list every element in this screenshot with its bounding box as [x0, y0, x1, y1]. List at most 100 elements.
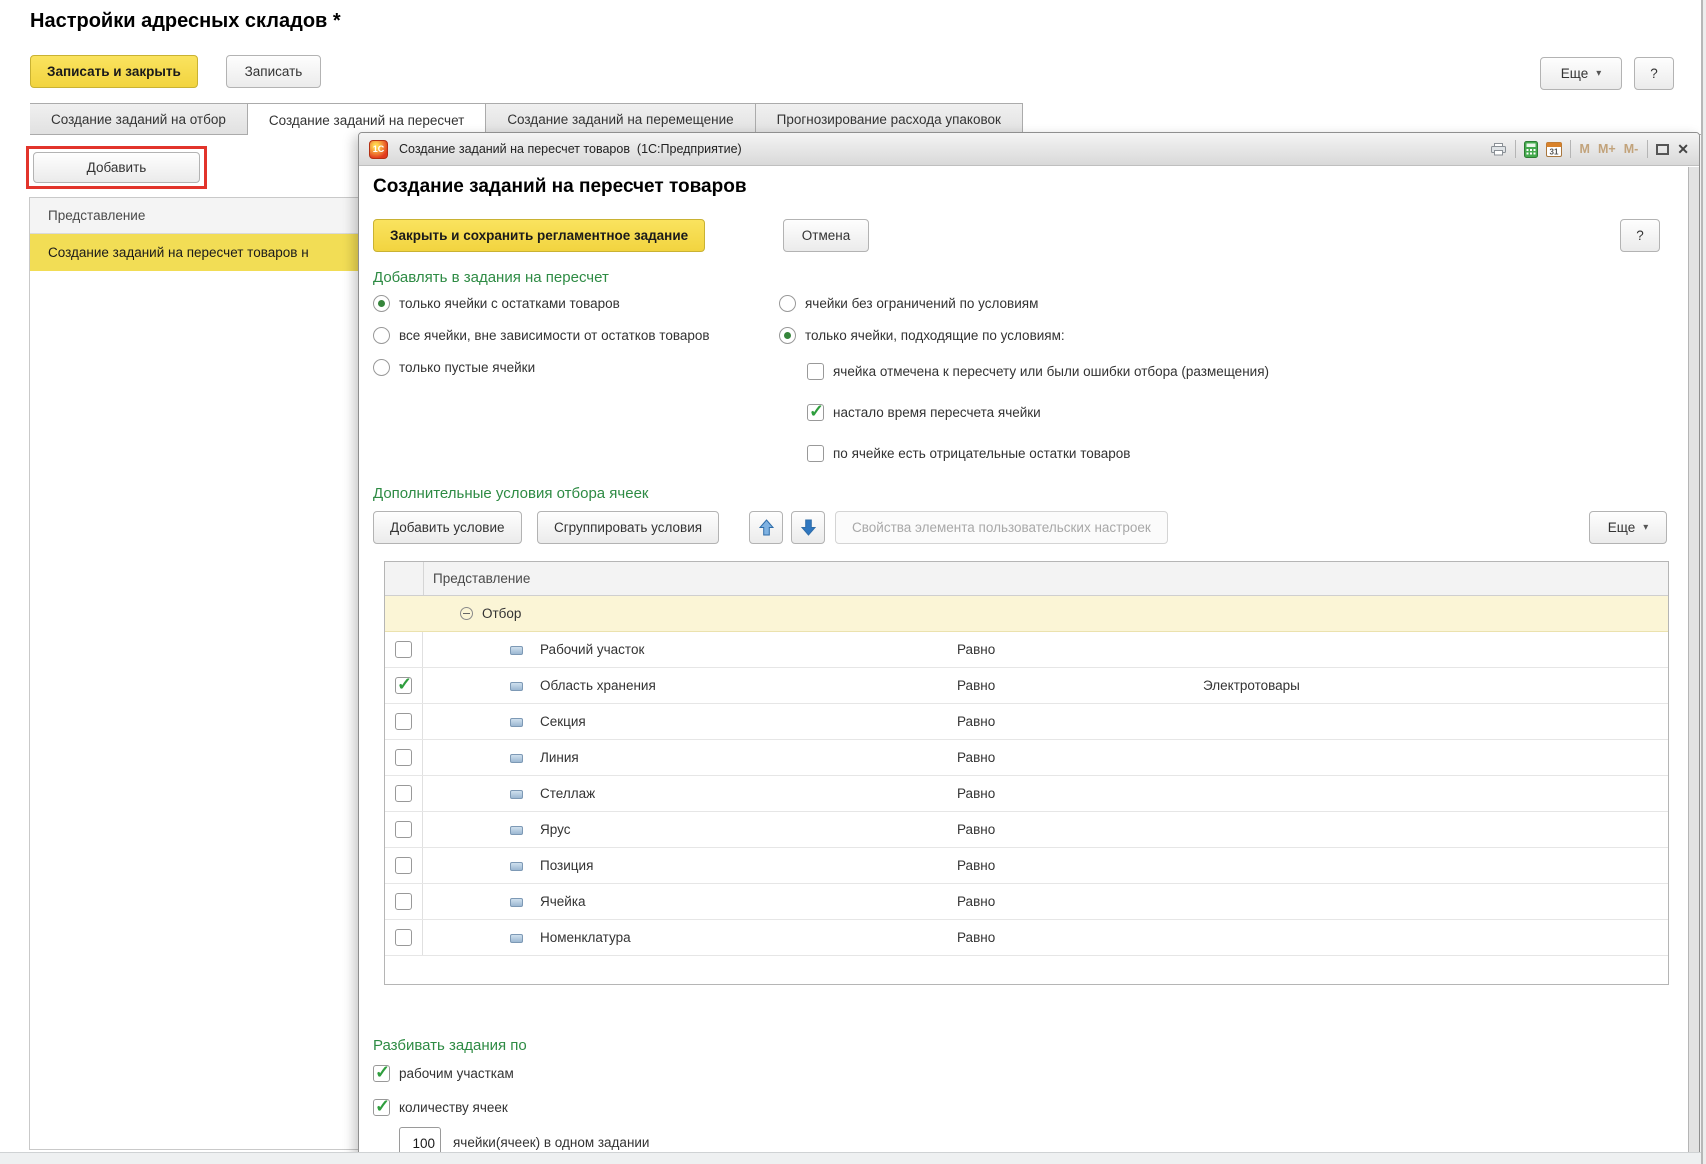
radio-control[interactable]	[779, 327, 796, 344]
radio-label: ячейки без ограничений по условиям	[805, 296, 1038, 311]
move-up-button[interactable]	[749, 511, 783, 544]
condition-checkbox-cell[interactable]	[385, 848, 423, 883]
radio-group-left: только ячейки с остатками товаров все яч…	[373, 291, 710, 379]
tab[interactable]: Создание заданий на отбор	[30, 103, 248, 135]
help-button[interactable]: ?	[1634, 57, 1674, 90]
checkbox-control[interactable]	[395, 821, 412, 838]
condition-row[interactable]: Ярус Равно	[385, 812, 1668, 848]
collapse-minus-icon[interactable]	[460, 607, 473, 620]
radio-group-right: ячейки без ограничений по условиям тольк…	[779, 291, 1065, 347]
radio-control[interactable]	[779, 295, 796, 312]
condition-row[interactable]: Линия Равно	[385, 740, 1668, 776]
dialog-scrollbar[interactable]	[1688, 167, 1699, 1163]
checkbox-option[interactable]: количеству ячеек	[373, 1095, 514, 1119]
save-and-close-button[interactable]: Записать и закрыть	[30, 55, 198, 88]
checkbox-option[interactable]: настало время пересчета ячейки	[807, 400, 1269, 424]
condition-name: Стеллаж	[540, 776, 595, 811]
recount-tasks-dialog: 1С Создание заданий на пересчет товаров …	[358, 132, 1700, 1164]
condition-row[interactable]: Номенклатура Равно	[385, 920, 1668, 956]
checkbox-option[interactable]: по ячейке есть отрицательные остатки тов…	[807, 441, 1269, 465]
tab[interactable]: Прогнозирование расхода упаковок	[756, 103, 1023, 135]
checkbox-option[interactable]: ячейка отмечена к пересчету или были оши…	[807, 359, 1269, 383]
radio-control[interactable]	[373, 327, 390, 344]
checkbox-control[interactable]	[395, 749, 412, 766]
memory-button[interactable]: M	[1579, 142, 1591, 156]
condition-row[interactable]: Стеллаж Равно	[385, 776, 1668, 812]
radio-option[interactable]: только ячейки с остатками товаров	[373, 291, 710, 315]
checkbox-control[interactable]	[395, 857, 412, 874]
conditions-more-button[interactable]: Еще ▾	[1589, 511, 1667, 544]
radio-option[interactable]: все ячейки, вне зависимости от остатков …	[373, 323, 710, 347]
checkbox-control[interactable]	[395, 713, 412, 730]
filter-item-icon	[510, 826, 523, 835]
checkbox-control[interactable]	[395, 677, 412, 694]
move-down-button[interactable]	[791, 511, 825, 544]
settings-list-selected-row[interactable]: Создание заданий на пересчет товаров н	[30, 234, 359, 271]
checkbox-control[interactable]	[373, 1065, 390, 1082]
calendar-icon[interactable]: 31	[1546, 141, 1562, 157]
condition-row[interactable]: Рабочий участок Равно	[385, 632, 1668, 668]
checkbox-control[interactable]	[395, 929, 412, 946]
page-title: Настройки адресных складов *	[30, 10, 341, 33]
radio-option[interactable]: только пустые ячейки	[373, 355, 710, 379]
condition-checkbox-cell[interactable]	[385, 776, 423, 811]
condition-checkbox-cell[interactable]	[385, 740, 423, 775]
group-conditions-button[interactable]: Сгруппировать условия	[537, 511, 719, 544]
memory-button[interactable]: M+	[1597, 142, 1617, 156]
tab-label: Создание заданий на перемещение	[507, 112, 733, 127]
tab-label: Создание заданий на пересчет	[269, 113, 464, 128]
checkbox-control[interactable]	[373, 1099, 390, 1116]
checkbox-control[interactable]	[395, 893, 412, 910]
more-button[interactable]: Еще ▾	[1540, 57, 1622, 90]
dialog-titlebar[interactable]: 1С Создание заданий на пересчет товаров …	[359, 133, 1699, 166]
checkbox-control[interactable]	[807, 404, 824, 421]
condition-checkbox-cell[interactable]	[385, 884, 423, 919]
settings-list: Представление Создание заданий на пересч…	[29, 197, 359, 1150]
save-button[interactable]: Записать	[226, 55, 321, 88]
condition-checkbox-cell[interactable]	[385, 632, 423, 667]
add-condition-button[interactable]: Добавить условие	[373, 511, 522, 544]
memory-button[interactable]: M-	[1623, 142, 1640, 156]
condition-checkbox-cell[interactable]	[385, 812, 423, 847]
conditions-group-row[interactable]: Отбор	[385, 596, 1668, 632]
dropdown-arrow-icon: ▾	[1643, 522, 1648, 533]
add-button[interactable]: Добавить	[33, 152, 200, 183]
maximize-icon[interactable]	[1656, 144, 1669, 155]
checkbox-control[interactable]	[807, 363, 824, 380]
more-button-label: Еще	[1561, 66, 1588, 81]
dialog-save-close-button[interactable]: Закрыть и сохранить регламентное задание	[373, 219, 705, 252]
checkbox-option[interactable]: рабочим участкам	[373, 1061, 514, 1085]
user-settings-props-button[interactable]: Свойства элемента пользовательских настр…	[835, 511, 1168, 544]
condition-name: Номенклатура	[540, 920, 631, 955]
print-icon[interactable]	[1490, 142, 1507, 156]
checkbox-control[interactable]	[807, 445, 824, 462]
condition-name: Область хранения	[540, 668, 656, 703]
radio-control[interactable]	[373, 359, 390, 376]
conditions-table-header[interactable]: Представление	[385, 562, 1668, 596]
calculator-icon[interactable]	[1524, 141, 1538, 158]
close-icon[interactable]: ✕	[1677, 142, 1689, 156]
condition-row[interactable]: Область хранения Равно Электротовары	[385, 668, 1668, 704]
radio-option[interactable]: только ячейки, подходящие по условиям:	[779, 323, 1065, 347]
settings-list-header[interactable]: Представление	[30, 198, 359, 234]
condition-row[interactable]: Секция Равно	[385, 704, 1668, 740]
dialog-help-button[interactable]: ?	[1620, 219, 1660, 252]
dialog-cancel-button[interactable]: Отмена	[783, 219, 869, 252]
radio-option[interactable]: ячейки без ограничений по условиям	[779, 291, 1065, 315]
condition-checkbox-cell[interactable]	[385, 704, 423, 739]
condition-row[interactable]: Позиция Равно	[385, 848, 1668, 884]
condition-checkbox-cell[interactable]	[385, 668, 423, 703]
titlebar-icons: 31 M M+ M- ✕	[1490, 140, 1689, 158]
radio-control[interactable]	[373, 295, 390, 312]
radio-label: только пустые ячейки	[399, 360, 535, 375]
dropdown-arrow-icon: ▾	[1596, 68, 1601, 79]
condition-comparison: Равно	[957, 776, 995, 811]
window-right-border	[1701, 0, 1706, 1164]
checkbox-control[interactable]	[395, 785, 412, 802]
filter-item-icon	[510, 934, 523, 943]
tab[interactable]: Создание заданий на перемещение	[486, 103, 755, 135]
checkbox-label: ячейка отмечена к пересчету или были оши…	[833, 364, 1269, 379]
checkbox-control[interactable]	[395, 641, 412, 658]
condition-row[interactable]: Ячейка Равно	[385, 884, 1668, 920]
condition-checkbox-cell[interactable]	[385, 920, 423, 955]
